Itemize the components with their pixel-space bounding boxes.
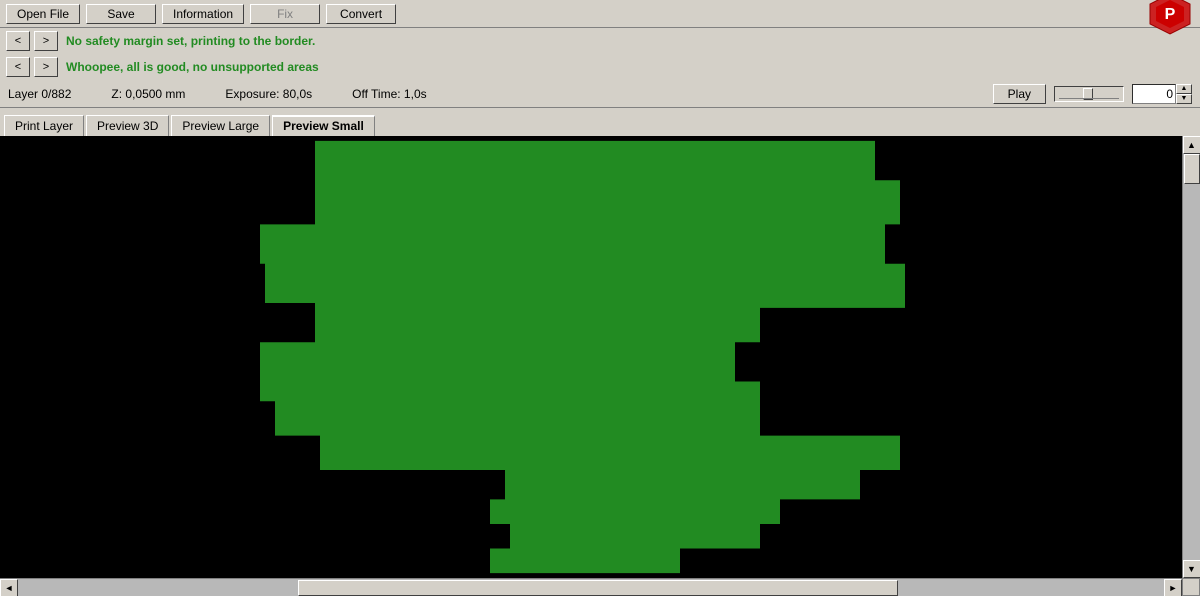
z-info: Z: 0,0500 mm	[111, 87, 185, 101]
tabs-row: Print Layer Preview 3D Preview Large Pre…	[0, 108, 1200, 136]
next-button-2[interactable]: >	[34, 57, 58, 77]
scroll-right-button[interactable]: ►	[1164, 579, 1182, 596]
save-button[interactable]: Save	[86, 4, 156, 24]
next-button-1[interactable]: >	[34, 31, 58, 51]
tab-print-layer[interactable]: Print Layer	[4, 115, 84, 136]
spinner-up[interactable]: ▲	[1176, 84, 1192, 94]
information-button[interactable]: Information	[162, 4, 244, 24]
status-message-1: No safety margin set, printing to the bo…	[66, 34, 315, 48]
tab-preview-large[interactable]: Preview Large	[171, 115, 270, 136]
prev-button-1[interactable]: <	[6, 31, 30, 51]
slider-track[interactable]	[1054, 86, 1124, 102]
scroll-track-horizontal[interactable]	[18, 579, 1164, 596]
open-file-button[interactable]: Open File	[6, 4, 80, 24]
play-area: Play ▲ ▼	[993, 84, 1192, 104]
info-bar: Layer 0/882 Z: 0,0500 mm Exposure: 80,0s…	[0, 80, 1200, 108]
frame-number-input[interactable]	[1132, 84, 1176, 104]
exposure-info: Exposure: 80,0s	[225, 87, 312, 101]
frame-spinner: ▲ ▼	[1176, 84, 1192, 104]
scroll-thumb-horizontal[interactable]	[298, 580, 898, 596]
nav-row-1: < > No safety margin set, printing to th…	[0, 28, 1200, 54]
horizontal-scrollbar[interactable]: ◄ ►	[0, 578, 1182, 596]
layer-preview-svg	[0, 136, 1182, 578]
svg-text:P: P	[1165, 6, 1176, 23]
off-time-info: Off Time: 1,0s	[352, 87, 426, 101]
tab-preview-small[interactable]: Preview Small	[272, 115, 375, 136]
tab-preview-3d[interactable]: Preview 3D	[86, 115, 169, 136]
scroll-up-button[interactable]: ▲	[1183, 136, 1200, 154]
convert-button[interactable]: Convert	[326, 4, 396, 24]
spinner-down[interactable]: ▼	[1176, 94, 1192, 104]
toolbar: Open File Save Information Fix Convert P	[0, 0, 1200, 28]
nav-row-2: < > Whoopee, all is good, no unsupported…	[0, 54, 1200, 80]
canvas-area: ▲ ▼ ◄ ►	[0, 136, 1200, 596]
scroll-track-vertical[interactable]	[1183, 154, 1200, 560]
play-button[interactable]: Play	[993, 84, 1046, 104]
scroll-down-button[interactable]: ▼	[1183, 560, 1200, 578]
preview-canvas: ▲ ▼ ◄ ►	[0, 136, 1200, 596]
scroll-left-button[interactable]: ◄	[0, 579, 18, 596]
scrollbar-corner	[1182, 578, 1200, 596]
fix-button[interactable]: Fix	[250, 4, 320, 24]
scroll-thumb-vertical[interactable]	[1184, 154, 1200, 184]
status-message-2: Whoopee, all is good, no unsupported are…	[66, 60, 319, 74]
vertical-scrollbar[interactable]: ▲ ▼	[1182, 136, 1200, 578]
prev-button-2[interactable]: <	[6, 57, 30, 77]
layer-info: Layer 0/882	[8, 87, 71, 101]
app-logo: P	[1146, 0, 1194, 38]
